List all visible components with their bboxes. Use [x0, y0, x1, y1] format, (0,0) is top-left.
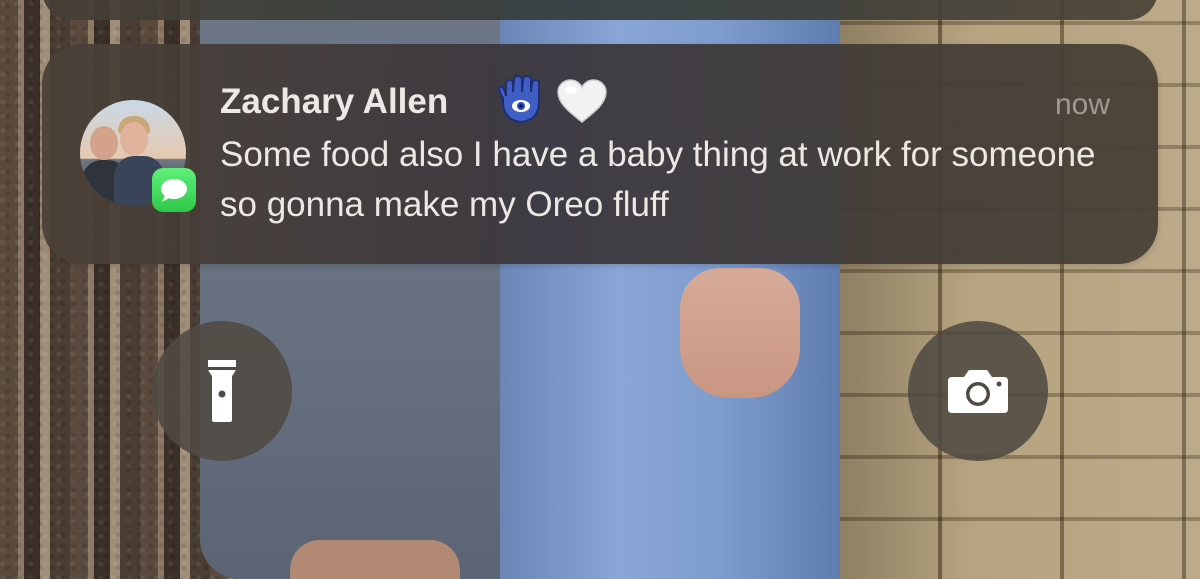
- wallpaper-hand: [680, 268, 800, 398]
- flashlight-button[interactable]: [152, 321, 292, 461]
- camera-icon: [948, 370, 1008, 413]
- wallpaper-leg: [290, 540, 460, 579]
- camera-button[interactable]: [908, 321, 1048, 461]
- white-heart-icon: [557, 79, 607, 123]
- notification-time: now: [1054, 88, 1110, 121]
- message-preview: Some food also I have a baby thing at wo…: [220, 135, 1096, 224]
- hamsa-icon: [497, 74, 540, 124]
- flashlight-icon: [208, 360, 236, 422]
- message-notification[interactable]: Zachary Allen now Some food also I have …: [42, 44, 1158, 264]
- sender-name: Zachary Allen: [220, 82, 449, 121]
- messages-icon: [152, 168, 196, 212]
- previous-notification[interactable]: [42, 0, 1158, 20]
